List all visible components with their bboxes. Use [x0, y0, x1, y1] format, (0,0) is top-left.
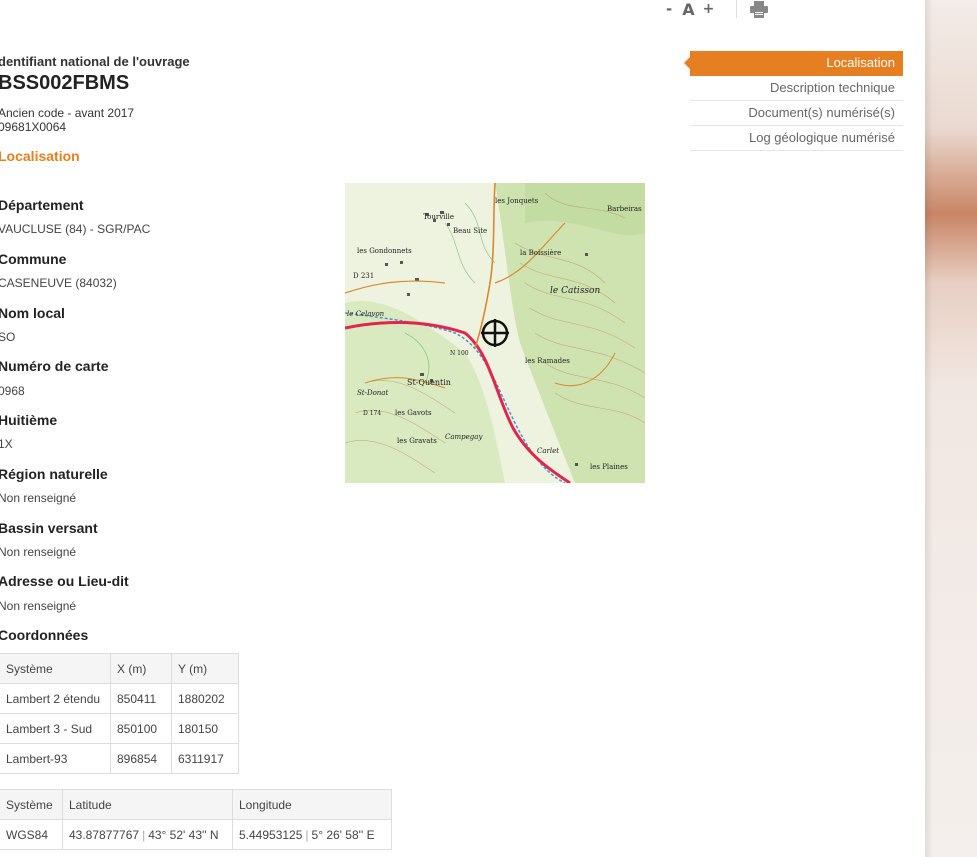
table-header: Longitude — [232, 789, 392, 820]
latitude-dms: 43° 52' 43'' N — [148, 827, 219, 842]
map-label: les Gravats — [397, 437, 437, 445]
map-label: St-Quentin — [407, 378, 451, 387]
font-toolbar: - A + — [666, 0, 769, 19]
map-label: Barbeiras — [607, 205, 642, 213]
table-header-row: Système Latitude Longitude — [0, 789, 392, 820]
toolbar-divider — [736, 0, 738, 18]
page-title: BSS002FBMS — [0, 72, 130, 94]
table-row: WGS84 43.87877767 | 43° 52' 43'' N 5.44953… — [0, 819, 392, 850]
table-cell: Lambert 2 étendu — [0, 683, 111, 714]
table-cell: 850411 — [110, 683, 172, 714]
id-label: dentifiant national de l'ouvrage — [0, 54, 190, 69]
table-header: Système — [0, 789, 63, 820]
table-cell: 6311917 — [171, 743, 239, 774]
map-label: Carlet — [537, 447, 559, 455]
map-label: les Ramades — [525, 357, 570, 365]
nav-item-description-technique[interactable]: Description technique — [690, 76, 903, 101]
background-decoration — [925, 0, 977, 857]
value-separator: | — [305, 827, 309, 842]
field-label-adresse: Adresse ou Lieu-dit — [0, 573, 129, 589]
field-value-region-naturelle: Non renseigné — [0, 491, 77, 505]
field-value-huitieme: 1X — [0, 437, 13, 451]
longitude-decimal: 5.44953125 — [239, 827, 303, 842]
table-cell: 180150 — [171, 713, 239, 744]
map-label: Campegay — [445, 433, 483, 441]
value-separator: | — [142, 827, 146, 842]
map-label: le Celavon — [347, 310, 385, 318]
map-label: les Gavots — [395, 409, 432, 417]
map-label: N 100 — [450, 350, 469, 357]
table-cell: 1880202 — [171, 683, 239, 714]
field-value-bassin-versant: Non renseigné — [0, 545, 77, 559]
print-icon[interactable] — [749, 1, 769, 18]
map-label: St-Donat — [357, 389, 388, 397]
field-value-numero-carte: 0968 — [0, 384, 25, 398]
field-value-commune: CASENEUVE (84032) — [0, 276, 117, 290]
latitude-decimal: 43.87877767 — [69, 827, 140, 842]
increase-font-button[interactable]: + — [703, 1, 715, 17]
field-label-commune: Commune — [0, 251, 67, 267]
map-label: les Plaines — [590, 463, 628, 471]
map-label: les Gondonnets — [357, 247, 412, 255]
decrease-font-button[interactable]: - — [666, 0, 672, 18]
table-row: Lambert 2 étendu 850411 1880202 — [0, 683, 239, 714]
field-label-region-naturelle: Région naturelle — [0, 466, 108, 482]
map-label: les Jonquets — [495, 197, 539, 205]
map-label: Beau Site — [453, 227, 487, 235]
field-value-nom-local: SO — [0, 330, 16, 344]
nav-item-log-geologique[interactable]: Log géologique numérisé — [690, 126, 903, 151]
field-label-nom-local: Nom local — [0, 305, 65, 321]
font-size-icon: A — [682, 0, 695, 19]
field-label-bassin-versant: Bassin versant — [0, 520, 98, 536]
geo-coordinates-table: Système Latitude Longitude WGS84 43.8787… — [0, 789, 392, 850]
side-navigation: Localisation Description technique Docum… — [684, 51, 903, 151]
old-code-value: 09681X0064 — [0, 120, 67, 134]
field-value-adresse: Non renseigné — [0, 599, 77, 613]
coordinates-title: Coordonnées — [0, 627, 89, 643]
field-value-departement: VAUCLUSE (84) - SGR/PAC — [0, 222, 151, 236]
table-row: Lambert-93 896854 6311917 — [0, 743, 239, 774]
map-label: le Catisson — [550, 286, 600, 296]
field-label-huitieme: Huitième — [0, 412, 58, 428]
map-label: D 174 — [363, 410, 381, 417]
longitude-dms: 5° 26' 58'' E — [311, 827, 375, 842]
coordinates-table: Système X (m) Y (m) Lambert 2 étendu 850… — [0, 653, 239, 774]
nav-item-localisation[interactable]: Localisation — [684, 51, 903, 76]
table-cell: WGS84 — [0, 819, 63, 850]
table-header-row: Système X (m) Y (m) — [0, 653, 239, 684]
section-title: Localisation — [0, 148, 80, 164]
map-label: D 231 — [353, 272, 374, 280]
nav-item-documents-numerises[interactable]: Document(s) numérisé(s) — [690, 101, 903, 126]
map-label: Tourville — [423, 213, 454, 221]
field-label-numero-carte: Numéro de carte — [0, 358, 109, 374]
table-cell: Lambert-93 — [0, 743, 111, 774]
table-cell: 5.44953125 | 5° 26' 58'' E — [232, 819, 392, 850]
table-header: Système — [0, 653, 111, 684]
table-cell: Lambert 3 - Sud — [0, 713, 111, 744]
table-cell: 43.87877767 | 43° 52' 43'' N — [62, 819, 233, 850]
old-code-label: Ancien code - avant 2017 — [0, 106, 135, 120]
table-header: X (m) — [110, 653, 172, 684]
field-label-departement: Département — [0, 197, 84, 213]
table-cell: 850100 — [110, 713, 172, 744]
table-cell: 896854 — [110, 743, 172, 774]
location-map[interactable]: Tourville Beau Site les Jonquets Barbeir… — [345, 183, 645, 483]
table-header: Y (m) — [171, 653, 239, 684]
table-row: Lambert 3 - Sud 850100 180150 — [0, 713, 239, 744]
map-label: la Boissière — [520, 249, 561, 257]
table-header: Latitude — [62, 789, 233, 820]
